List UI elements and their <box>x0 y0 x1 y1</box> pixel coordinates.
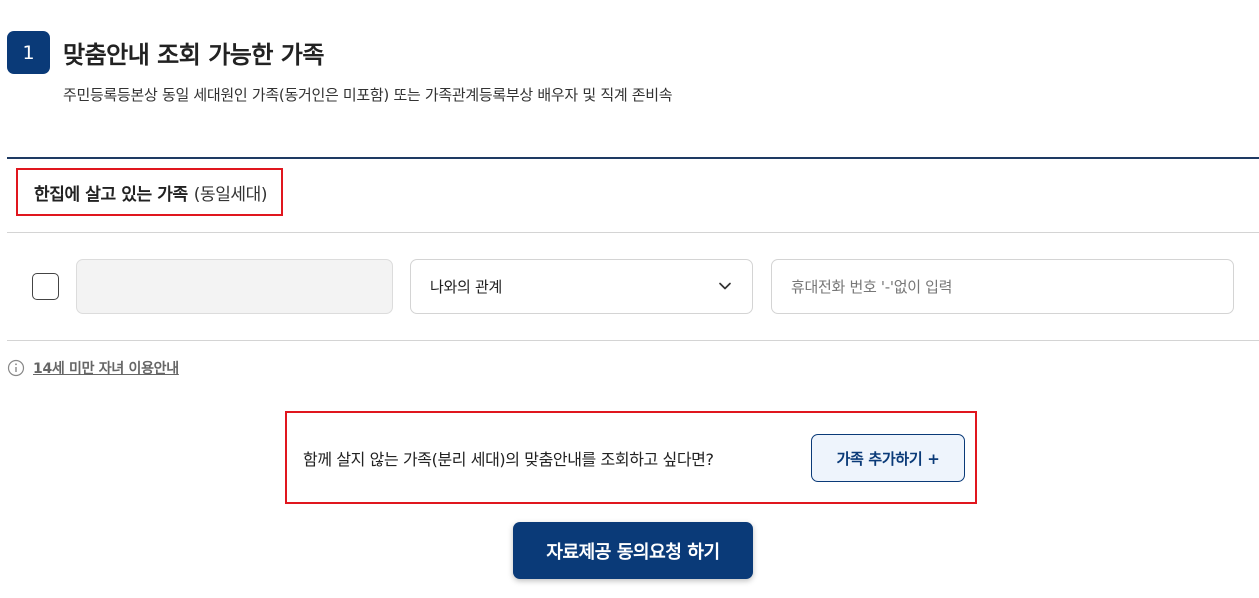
section-title: 맞춤안내 조회 가능한 가족 <box>63 41 324 69</box>
consent-request-button[interactable]: 자료제공 동의요청 하기 <box>513 522 753 579</box>
phone-number-placeholder: 휴대전화 번호 '-'없이 입력 <box>791 278 953 296</box>
under-14-info: 14세 미만 자녀 이용안내 <box>7 358 179 378</box>
info-circle-icon <box>7 359 25 377</box>
relation-select[interactable]: 나와의 관계 <box>410 259 753 314</box>
relation-select-value: 나와의 관계 <box>430 278 502 296</box>
section-divider <box>7 157 1259 159</box>
household-group-label: 한집에 살고 있는 가족 (동일세대) <box>16 168 284 216</box>
add-family-panel: 함께 살지 않는 가족(분리 세대)의 맞춤안내를 조회하고 싶다면? 가족 추… <box>285 411 977 504</box>
household-label-sub: (동일세대) <box>193 184 268 205</box>
member-name-field <box>76 259 393 314</box>
section-description: 주민등록등본상 동일 세대원인 가족(동거인은 미포함) 또는 가족관계등록부상… <box>63 86 673 104</box>
household-label-main: 한집에 살고 있는 가족 <box>34 184 188 205</box>
chevron-down-icon <box>719 282 731 290</box>
add-family-button[interactable]: 가족 추가하기 + <box>811 434 965 482</box>
row-divider-top <box>7 232 1259 233</box>
step-number-badge: 1 <box>7 31 50 74</box>
add-family-prompt: 함께 살지 않는 가족(분리 세대)의 맞춤안내를 조회하고 싶다면? <box>303 450 714 469</box>
row-divider-bottom <box>7 340 1259 341</box>
phone-number-input[interactable]: 휴대전화 번호 '-'없이 입력 <box>771 259 1234 314</box>
member-checkbox[interactable] <box>32 273 59 300</box>
under-14-guide-link[interactable]: 14세 미만 자녀 이용안내 <box>33 358 179 378</box>
